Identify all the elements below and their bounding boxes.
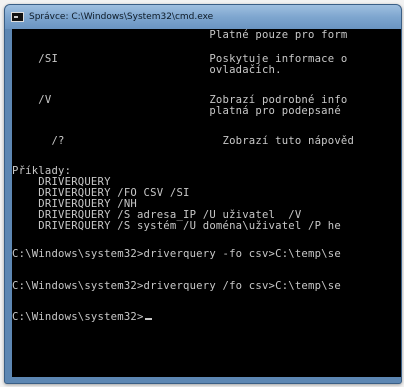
prompt-text: C:\Windows\system32> <box>12 311 144 323</box>
console-line: ovladačích. <box>12 64 282 76</box>
prompt-line[interactable]: C:\Windows\system32> <box>12 312 152 323</box>
command-prompt-window: Správce: C:\Windows\System32\cmd.exe Pla… <box>4 4 402 384</box>
title-bar[interactable]: Správce: C:\Windows\System32\cmd.exe <box>5 5 401 29</box>
console-line: DRIVERQUERY /S systém /U doména\uživatel… <box>12 220 341 232</box>
command-line: C:\Windows\system32>driverquery -fo csv>… <box>12 248 341 260</box>
text-cursor <box>144 318 152 320</box>
console-output[interactable]: Platné pouze pro form /SI Poskytuje info… <box>12 29 401 377</box>
console-line: platná pro podepsané <box>12 105 341 117</box>
window-title: Správce: C:\Windows\System32\cmd.exe <box>29 12 214 22</box>
console-line: Platné pouze pro form <box>12 29 348 41</box>
command-line: C:\Windows\system32>driverquery /fo csv>… <box>12 280 341 292</box>
console-line: /? Zobrazí tuto nápověd <box>12 135 355 147</box>
cmd-icon <box>11 12 24 22</box>
